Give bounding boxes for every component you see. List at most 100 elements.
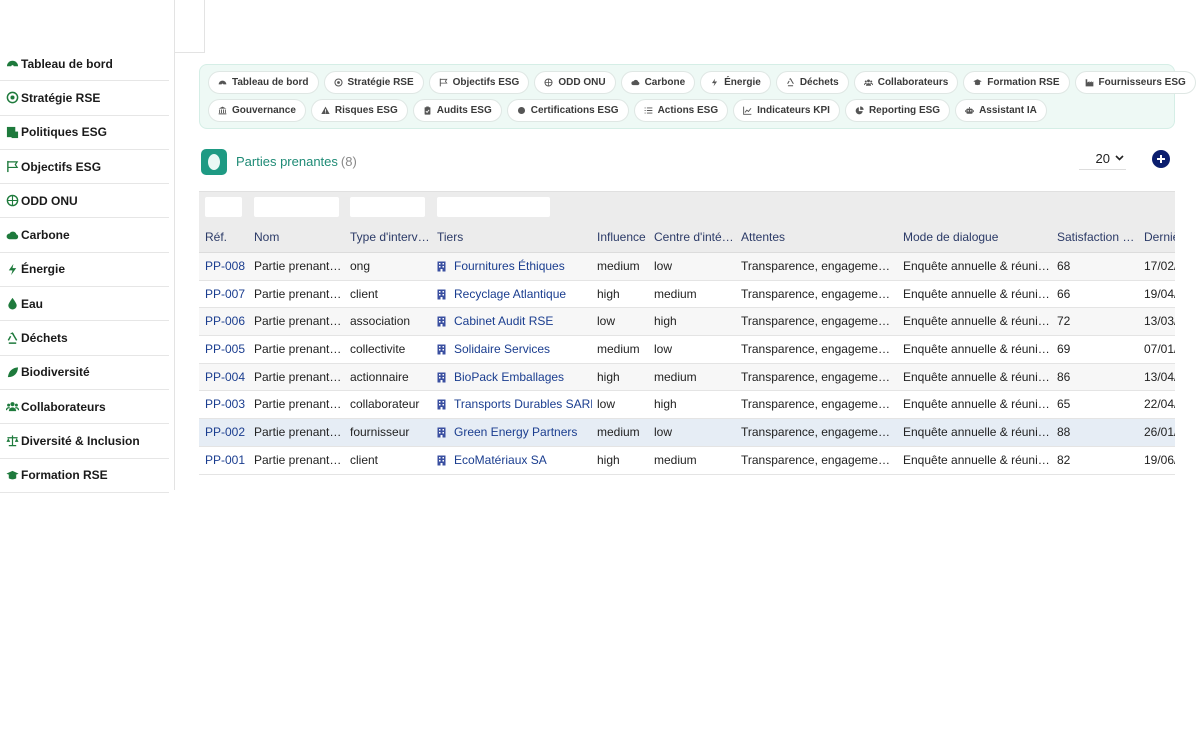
column-header-satisfaction[interactable]: Satisfaction (… <box>1057 222 1137 253</box>
table-row[interactable]: PP-004 Partie prenante 4 actionnaire BioPac… <box>199 363 1175 392</box>
tab-audits-esg[interactable]: Audits ESG <box>412 99 502 122</box>
cell-tiers[interactable]: EcoMatériaux SA <box>437 447 592 474</box>
tiers-link[interactable]: Cabinet Audit RSE <box>454 308 553 335</box>
cell-last-date: 07/01/ <box>1144 342 1175 357</box>
sidebar-item-tableau-de-bord[interactable]: Tableau de bord <box>0 47 169 82</box>
cell-influence: high <box>597 369 620 384</box>
cell-ref[interactable]: PP-003 <box>205 391 249 418</box>
page-header: Parties prenantes (8) <box>201 148 357 175</box>
tab-strategie-rse[interactable]: Stratégie RSE <box>323 71 424 94</box>
filter-input-tiers[interactable] <box>437 197 550 217</box>
table-row[interactable]: PP-007 Partie prenante 7 client Recyclage A… <box>199 280 1175 309</box>
filter-row <box>199 191 1175 222</box>
tab-label: Déchets <box>799 77 839 88</box>
table-row[interactable]: PP-003 Partie prenante 3 collaborateur Tran… <box>199 391 1175 420</box>
cell-tiers[interactable]: Cabinet Audit RSE <box>437 308 592 335</box>
tab-assistant-ia[interactable]: Assistant IA <box>955 99 1047 122</box>
policy-icon <box>6 126 21 139</box>
tiers-link[interactable]: Green Energy Partners <box>454 419 577 446</box>
cell-dialogue-mode: Enquête annuelle & réunions <box>903 452 1053 467</box>
tiers-link[interactable]: Recyclage Atlantique <box>454 281 566 308</box>
users-icon <box>6 400 21 413</box>
column-header-influence[interactable]: Influence <box>597 222 649 253</box>
cell-name: Partie prenante 8 <box>254 259 346 273</box>
add-record-button[interactable] <box>1152 150 1170 168</box>
tiers-link[interactable]: EcoMatériaux SA <box>454 447 547 474</box>
page-size-select[interactable]: 20 <box>1079 148 1126 170</box>
sidebar-item-strategie-rse[interactable]: Stratégie RSE <box>0 81 169 116</box>
sidebar-item-carbone[interactable]: Carbone <box>0 218 169 253</box>
table-row[interactable]: PP-006 Partie prenante 6 association Cabine… <box>199 308 1175 337</box>
tiers-link[interactable]: Solidaire Services <box>454 336 550 363</box>
cell-satisfaction: 65 <box>1057 397 1071 412</box>
column-header-nom[interactable]: Nom <box>254 222 346 253</box>
sidebar-item-collaborateurs[interactable]: Collaborateurs <box>0 390 169 425</box>
filter-input-type-d-interv[interactable] <box>350 197 425 217</box>
cell-ref[interactable]: PP-007 <box>205 281 249 308</box>
tiers-link[interactable]: Fournitures Éthiques <box>454 253 565 280</box>
column-header-tiers[interactable]: Tiers <box>437 222 592 253</box>
cell-ref[interactable]: PP-005 <box>205 336 249 363</box>
cell-interest: medium <box>654 286 697 301</box>
cell-influence: medium <box>597 425 640 440</box>
tab-reporting-esg[interactable]: Reporting ESG <box>844 99 951 122</box>
cell-tiers[interactable]: Green Energy Partners <box>437 419 592 446</box>
cell-influence: low <box>597 314 616 329</box>
tab-energie[interactable]: Énergie <box>700 71 771 94</box>
cell-tiers[interactable]: Fournitures Éthiques <box>437 253 592 280</box>
tab-collaborateurs[interactable]: Collaborateurs <box>853 71 959 94</box>
tab-indicateurs-kpi[interactable]: Indicateurs KPI <box>733 99 840 122</box>
table-row[interactable]: PP-005 Partie prenante 5 collectivite Solid… <box>199 336 1175 364</box>
tab-label: Indicateurs KPI <box>757 105 830 116</box>
tab-carbone[interactable]: Carbone <box>620 71 696 94</box>
sidebar-item-odd-onu[interactable]: ODD ONU <box>0 184 169 219</box>
cell-ref[interactable]: PP-006 <box>205 308 249 335</box>
sidebar-item-label: Stratégie RSE <box>21 90 101 105</box>
cell-ref[interactable]: PP-004 <box>205 364 249 391</box>
tab-label: Carbone <box>644 77 686 88</box>
table-row[interactable]: PP-008 Partie prenante 8 ong Fournitures Ét… <box>199 253 1175 281</box>
cell-tiers[interactable]: Solidaire Services <box>437 336 592 363</box>
table-row[interactable]: PP-002 Partie prenante 2 fournisseur Green … <box>199 419 1175 447</box>
tab-actions-esg[interactable]: Actions ESG <box>633 99 729 122</box>
column-header-mode-de-dialogue[interactable]: Mode de dialogue <box>903 222 1053 253</box>
sidebar-item-energie[interactable]: Énergie <box>0 253 169 288</box>
sidebar-item-diversite-inclusion[interactable]: Diversité & Inclusion <box>0 424 169 459</box>
cell-tiers[interactable]: Transports Durables SARL <box>437 391 592 418</box>
column-header-ref[interactable]: Réf. <box>205 222 249 253</box>
sidebar-item-objectifs-esg[interactable]: Objectifs ESG <box>0 150 169 185</box>
tab-certifications-esg[interactable]: Certifications ESG <box>506 99 629 122</box>
column-header-centre-d-inte[interactable]: Centre d'inté… <box>654 222 734 253</box>
tab-formation-rse[interactable]: Formation RSE <box>963 71 1070 94</box>
cell-tiers[interactable]: BioPack Emballages <box>437 364 592 391</box>
tab-label: Objectifs ESG <box>452 77 520 88</box>
cell-tiers[interactable]: Recyclage Atlantique <box>437 281 592 308</box>
column-header-dernie[interactable]: Derniè <box>1144 222 1175 253</box>
table-row[interactable]: PP-001 Partie prenante 1 client EcoMatériau… <box>199 446 1175 475</box>
tiers-link[interactable]: BioPack Emballages <box>454 364 564 391</box>
sidebar-item-label: ODD ONU <box>21 193 78 208</box>
column-header-attentes[interactable]: Attentes <box>741 222 896 253</box>
sidebar-item-politiques-esg[interactable]: Politiques ESG <box>0 116 169 150</box>
tab-risques-esg[interactable]: Risques ESG <box>310 99 408 122</box>
sidebar-item-dechets[interactable]: Déchets <box>0 321 169 356</box>
tab-gouvernance[interactable]: Gouvernance <box>208 99 306 122</box>
filter-input-ref[interactable] <box>205 197 242 217</box>
tab-dechets[interactable]: Déchets <box>775 71 849 94</box>
cell-ref[interactable]: PP-002 <box>205 419 249 446</box>
users-icon <box>863 78 873 87</box>
column-header-type-d-interv[interactable]: Type d'interv… <box>350 222 430 253</box>
tab-odd-onu[interactable]: ODD ONU <box>534 71 616 94</box>
tiers-link[interactable]: Transports Durables SARL <box>454 391 592 418</box>
tab-tableau-de-bord[interactable]: Tableau de bord <box>208 71 319 94</box>
tab-objectifs-esg[interactable]: Objectifs ESG <box>428 71 530 94</box>
sidebar-item-formation-rse[interactable]: Formation RSE <box>0 459 169 493</box>
tab-fournisseurs-esg[interactable]: Fournisseurs ESG <box>1074 71 1196 94</box>
cell-ref[interactable]: PP-001 <box>205 447 249 474</box>
page-title: Parties prenantes (8) <box>236 154 357 169</box>
filter-input-nom[interactable] <box>254 197 339 217</box>
pie-icon <box>855 106 864 115</box>
cell-ref[interactable]: PP-008 <box>205 253 249 280</box>
sidebar-item-eau[interactable]: Eau <box>0 287 169 322</box>
sidebar-item-biodiversite[interactable]: Biodiversité <box>0 356 169 390</box>
